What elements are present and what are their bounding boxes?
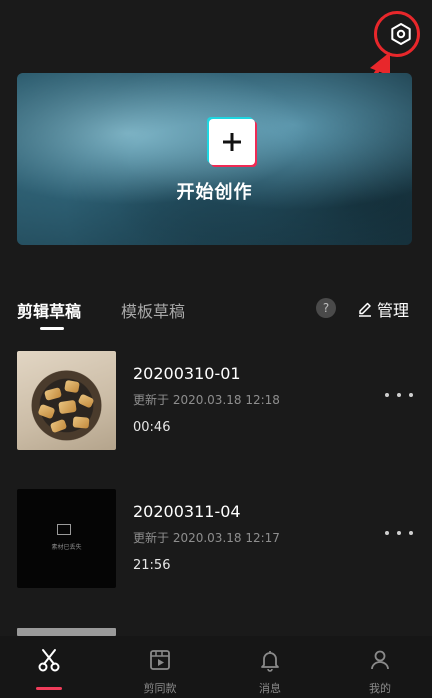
nav-label-templates: 剪同款 — [143, 682, 177, 695]
settings-button[interactable] — [386, 19, 416, 49]
start-creating-card[interactable]: 开始创作 — [17, 73, 412, 245]
dot — [385, 393, 389, 397]
tab-template-drafts[interactable]: 模板草稿 — [121, 298, 185, 322]
bell-icon — [256, 646, 284, 674]
tab-edit-drafts[interactable]: 剪辑草稿 — [17, 298, 81, 322]
food-piece — [37, 403, 56, 420]
nav-item-profile[interactable]: 我的 — [340, 636, 420, 698]
draft-duration: 21:56 — [133, 558, 171, 573]
food-piece — [77, 393, 95, 409]
dot — [397, 393, 401, 397]
draft-item[interactable]: 20200310-01 更新于 2020.03.18 12:18 00:46 — [17, 351, 417, 451]
dot — [385, 531, 389, 535]
draft-title: 20200310-01 — [133, 364, 241, 383]
nav-item-edit[interactable] — [9, 636, 89, 698]
start-creating-label: 开始创作 — [176, 182, 253, 203]
manage-label: 管理 — [377, 301, 410, 320]
food-piece — [72, 416, 90, 429]
food-piece — [49, 418, 68, 434]
missing-media-label: 素材已丢失 — [51, 544, 82, 551]
dot — [397, 531, 401, 535]
nav-item-templates[interactable]: 剪同款 — [120, 636, 200, 698]
draft-thumbnail — [17, 351, 116, 450]
draft-duration: 00:46 — [133, 420, 171, 435]
draft-item[interactable]: 素材已丢失 20200311-04 更新于 2020.03.18 12:17 2… — [17, 489, 417, 589]
more-options-button[interactable] — [385, 525, 413, 541]
plus-icon — [209, 119, 255, 165]
food-piece — [43, 387, 63, 401]
draft-thumbnail: 素材已丢失 — [17, 489, 116, 588]
dot — [409, 393, 413, 397]
food-piece — [64, 379, 80, 394]
dot — [409, 531, 413, 535]
manage-button[interactable]: 管理 — [357, 297, 409, 321]
missing-media-icon — [57, 524, 71, 535]
draft-updated-time: 更新于 2020.03.18 12:18 — [133, 393, 280, 407]
person-icon — [366, 646, 394, 674]
nav-label-messages: 消息 — [259, 682, 281, 695]
pencil-icon — [357, 301, 373, 317]
draft-title: 20200311-04 — [133, 502, 241, 521]
nav-item-messages[interactable]: 消息 — [230, 636, 310, 698]
next-draft-thumbnail-partial[interactable] — [17, 628, 116, 636]
nav-active-indicator — [36, 687, 62, 690]
tab-active-indicator — [40, 327, 64, 330]
video-template-icon — [146, 646, 174, 674]
scissors-icon — [35, 646, 63, 674]
nav-label-profile: 我的 — [369, 682, 391, 695]
more-options-button[interactable] — [385, 387, 413, 403]
settings-hexagon-icon — [391, 23, 411, 45]
draft-updated-time: 更新于 2020.03.18 12:17 — [133, 531, 280, 545]
help-icon[interactable]: ? — [316, 298, 336, 318]
bottom-navigation: 剪同款 消息 我的 — [0, 636, 432, 698]
food-piece — [58, 399, 77, 415]
